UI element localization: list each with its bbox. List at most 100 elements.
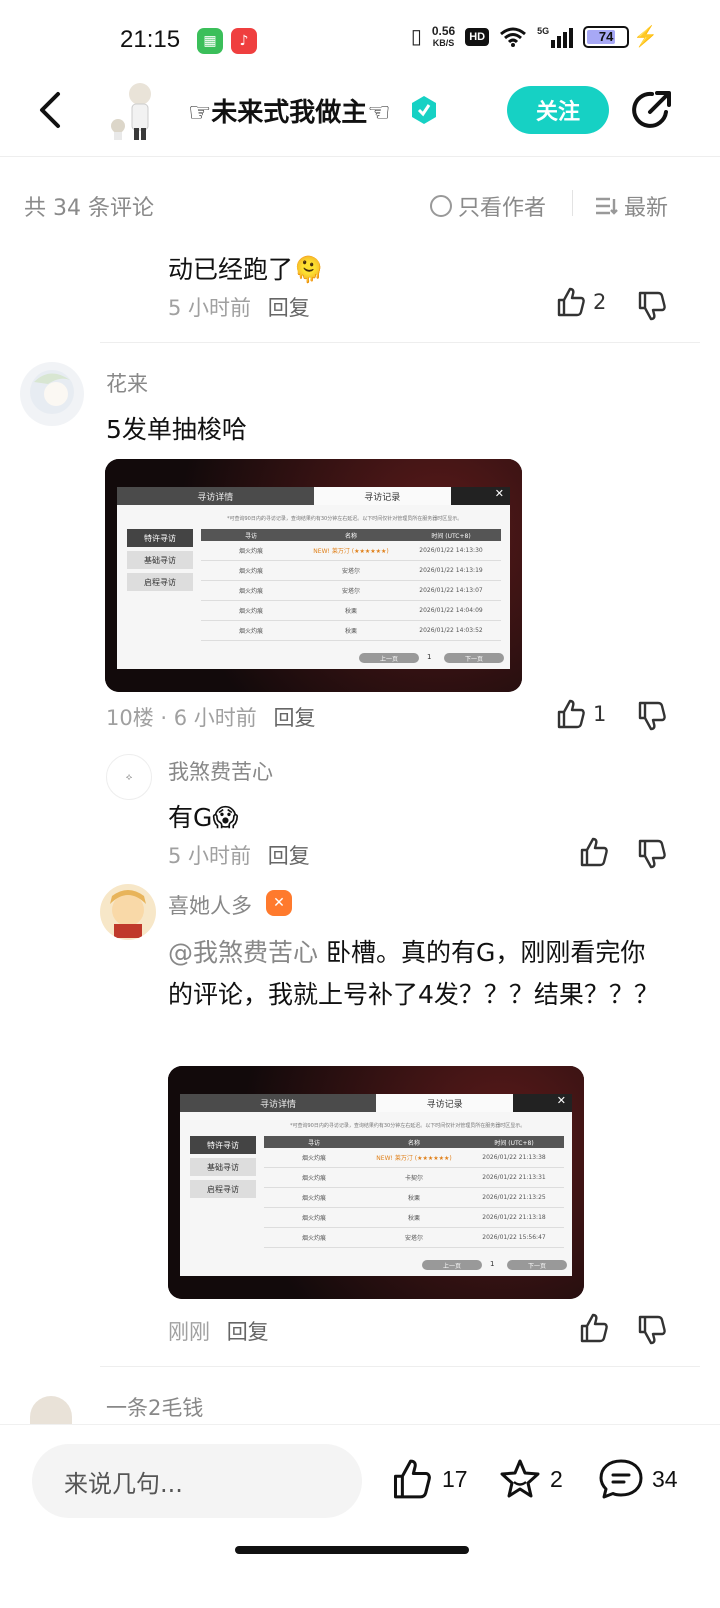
user-name[interactable]: 喜她人多 bbox=[168, 890, 252, 920]
image-prev-button: 上一页 bbox=[422, 1260, 482, 1270]
comments-count: 34 bbox=[652, 1465, 678, 1492]
image-table-row: 烟火灼痕 秋栗 2026/01/22 21:13:18 bbox=[264, 1208, 564, 1228]
image-prev-button: 上一页 bbox=[359, 653, 419, 663]
image-side-3: 启程寻访 bbox=[127, 573, 193, 591]
thumb-up-icon[interactable] bbox=[578, 1312, 610, 1344]
user-name[interactable]: 我煞费苦心 bbox=[168, 756, 273, 786]
reply-time: 5 小时前 bbox=[168, 844, 252, 868]
image-table-row: 烟火灼痕 安塔尔 2026/01/22 14:13:07 bbox=[201, 581, 501, 601]
user-avatar[interactable] bbox=[100, 884, 156, 940]
app-notification-icon: ▦ bbox=[197, 28, 223, 54]
back-icon[interactable] bbox=[36, 90, 66, 130]
image-tab-record: 寻访记录 bbox=[313, 487, 452, 505]
reply-button[interactable]: 回复 bbox=[273, 706, 315, 730]
image-side-1: 特许寻访 bbox=[127, 529, 193, 547]
image-close-icon: ✕ bbox=[451, 487, 510, 505]
image-tab-detail: 寻访详情 bbox=[117, 487, 314, 505]
image-table-row: 烟火灼痕 秋栗 2026/01/22 14:03:52 bbox=[201, 621, 501, 641]
comment-text: 动已经跑了🫠 bbox=[168, 255, 325, 284]
follow-button[interactable]: 关注 bbox=[507, 86, 609, 134]
radio-circle-icon bbox=[430, 195, 452, 217]
share-icon[interactable] bbox=[630, 88, 674, 132]
net-speed: 0.56 KB/S bbox=[431, 23, 456, 48]
image-table-row: 烟火灼痕 NEW! 莱万汀 (★★★★★★) 2026/01/22 21:13:… bbox=[264, 1148, 564, 1168]
image-tab-record: 寻访记录 bbox=[376, 1094, 514, 1112]
image-tabbar: 寻访详情 寻访记录 ✕ bbox=[180, 1094, 572, 1112]
reply-button[interactable]: 回复 bbox=[268, 296, 310, 320]
thumb-up-icon bbox=[393, 1459, 431, 1499]
comment-image[interactable]: 寻访详情 寻访记录 ✕ *可查询90日内的寻访记录，查询结果约有30分钟左右延迟… bbox=[105, 459, 522, 692]
comments-button[interactable]: 34 bbox=[598, 1457, 678, 1501]
reply-button[interactable]: 回复 bbox=[268, 844, 310, 868]
star-icon bbox=[500, 1459, 540, 1498]
thumb-up-icon[interactable] bbox=[578, 836, 610, 868]
toolbar-divider bbox=[572, 190, 573, 216]
image-page-number: 1 bbox=[427, 653, 432, 661]
image-table-row: 烟火灼痕 NEW! 莱万汀 (★★★★★★) 2026/01/22 14:13:… bbox=[201, 541, 501, 561]
comment-count: 共 34 条评论 bbox=[24, 196, 154, 221]
favorite-count: 2 bbox=[550, 1465, 563, 1492]
favorite-button[interactable]: 2 bbox=[498, 1457, 563, 1501]
image-close-icon: ✕ bbox=[513, 1094, 572, 1112]
verified-badge-icon bbox=[412, 96, 436, 124]
user-name[interactable]: 花来 bbox=[106, 368, 148, 398]
comment-time: 5 小时前 bbox=[168, 296, 252, 320]
comment-text: 5发单抽梭哈 bbox=[106, 415, 247, 444]
comment-divider bbox=[100, 342, 700, 343]
reply-button[interactable]: 回复 bbox=[227, 1320, 269, 1344]
header-divider bbox=[0, 156, 720, 157]
like-count: 1 bbox=[593, 702, 607, 726]
image-side-1: 特许寻访 bbox=[190, 1136, 256, 1154]
sort-toggle[interactable]: 最新 bbox=[594, 190, 668, 222]
comment-input[interactable]: 来说几句... bbox=[32, 1444, 362, 1518]
thumb-down-icon[interactable] bbox=[636, 290, 668, 322]
comment-meta: 5 小时前 回复 bbox=[168, 292, 310, 322]
thumb-up-icon bbox=[557, 287, 585, 317]
reply-image[interactable]: 寻访详情 寻访记录 ✕ *可查询90日内的寻访记录，查询结果约有30分钟左右延迟… bbox=[168, 1066, 584, 1299]
author-avatar[interactable] bbox=[104, 78, 168, 142]
image-page-number: 1 bbox=[490, 1260, 495, 1268]
image-table-row: 烟火灼痕 安塔尔 2026/01/22 15:56:47 bbox=[264, 1228, 564, 1248]
user-name[interactable]: 一条2毛钱 bbox=[106, 1392, 203, 1422]
comment-time: 10楼 · 6 小时前 bbox=[106, 706, 257, 730]
like-button[interactable]: 1 bbox=[555, 698, 606, 730]
thumb-down-icon[interactable] bbox=[636, 838, 668, 870]
image-side-2: 基础寻访 bbox=[127, 551, 193, 569]
image-next-button: 下一页 bbox=[444, 653, 504, 663]
image-table-row: 烟火灼痕 卡契尔 2026/01/22 21:13:31 bbox=[264, 1168, 564, 1188]
charging-icon: ⚡ bbox=[633, 26, 658, 48]
image-next-button: 下一页 bbox=[507, 1260, 567, 1270]
post-like-button[interactable]: 17 bbox=[390, 1457, 468, 1501]
image-panel: 寻访详情 寻访记录 ✕ *可查询90日内的寻访记录，查询结果约有30分钟左右延迟… bbox=[117, 487, 510, 669]
image-table-header: 寻访 名称 时间 (UTC+8) bbox=[201, 529, 501, 541]
image-side-2: 基础寻访 bbox=[190, 1158, 256, 1176]
like-button[interactable]: 2 bbox=[555, 286, 606, 318]
image-note: *可查询90日内的寻访记录，查询结果约有30分钟左右延迟。以下时间仅针对管理员所… bbox=[290, 1123, 526, 1129]
user-avatar[interactable]: ⟡ bbox=[106, 754, 152, 800]
image-tabbar: 寻访详情 寻访记录 ✕ bbox=[117, 487, 510, 505]
reply-meta: 5 小时前 回复 bbox=[168, 840, 310, 870]
user-avatar[interactable] bbox=[20, 362, 84, 426]
vibrate-icon: ▯ bbox=[410, 26, 422, 48]
author-name[interactable]: ☞未来式我做主☜ bbox=[188, 92, 391, 129]
comment-icon bbox=[599, 1459, 643, 1499]
wifi-icon bbox=[500, 27, 527, 47]
user-avatar[interactable] bbox=[30, 1396, 72, 1424]
image-note: *可查询90日内的寻访记录，查询结果约有30分钟左右延迟。以下时间仅针对管理员所… bbox=[227, 516, 463, 522]
signal-icon: 5G bbox=[537, 26, 574, 48]
post-like-count: 17 bbox=[442, 1465, 468, 1492]
image-side-3: 启程寻访 bbox=[190, 1180, 256, 1198]
only-author-toggle[interactable]: 只看作者 bbox=[430, 190, 546, 222]
music-app-icon: ♪ bbox=[231, 28, 257, 54]
image-table-row: 烟火灼痕 安塔尔 2026/01/22 14:13:19 bbox=[201, 561, 501, 581]
thumb-down-icon[interactable] bbox=[636, 700, 668, 732]
image-panel: 寻访详情 寻访记录 ✕ *可查询90日内的寻访记录，查询结果约有30分钟左右延迟… bbox=[180, 1094, 572, 1276]
status-indicators: ▯ 0.56 KB/S HD 5G 74 ⚡ bbox=[411, 24, 658, 49]
thumb-down-icon[interactable] bbox=[636, 1314, 668, 1346]
sort-icon bbox=[596, 197, 618, 215]
reply-text: @我煞费苦心 卧槽。真的有G，刚刚看完你的评论，我就上号补了4发？？？结果？？？ bbox=[168, 938, 659, 1009]
home-indicator[interactable] bbox=[235, 1546, 469, 1554]
reply-meta: 刚刚 回复 bbox=[168, 1316, 269, 1346]
status-time: 21:15 bbox=[120, 26, 181, 53]
mention-link[interactable]: @我煞费苦心 bbox=[168, 938, 318, 967]
